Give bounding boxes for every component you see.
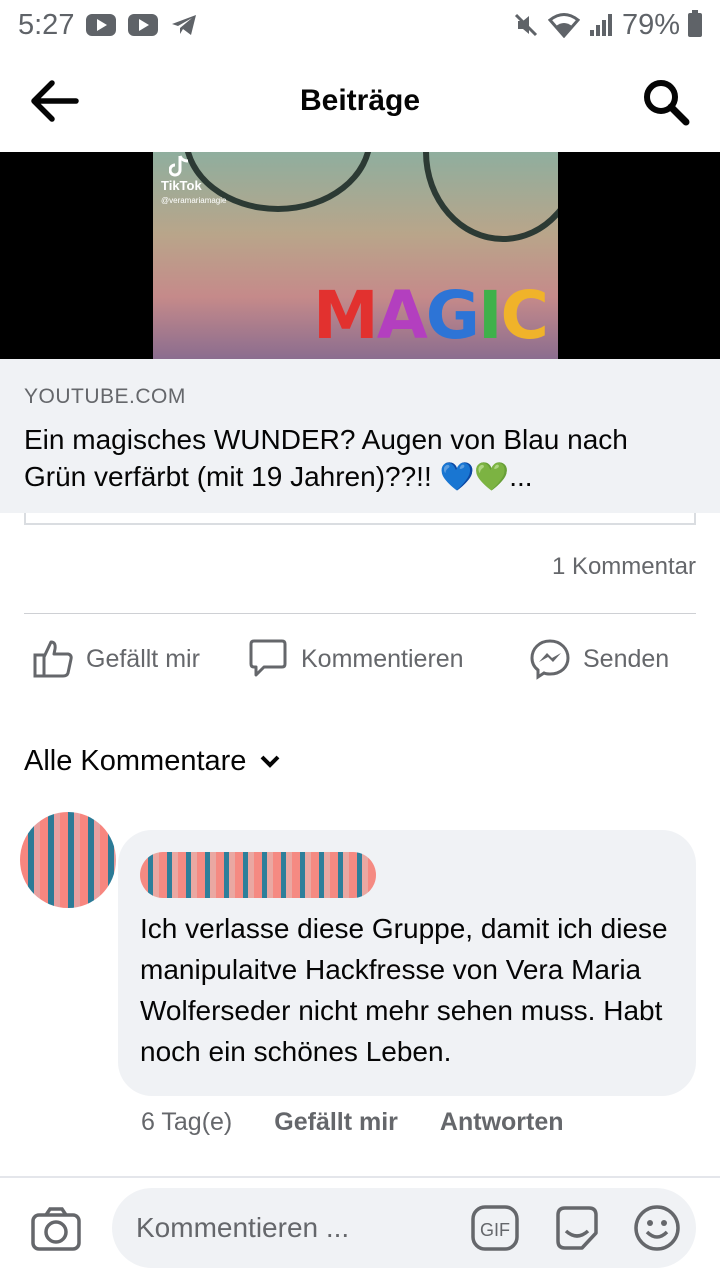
link-preview-border	[24, 513, 696, 525]
commenter-name-redacted[interactable]	[140, 852, 376, 898]
mute-icon	[514, 13, 538, 37]
glasses-lens-right	[423, 152, 558, 242]
comment-text: Ich verlasse diese Gruppe, damit ich die…	[140, 913, 668, 1067]
comment-meta-row: 6 Tag(e) Gefällt mir Antworten	[141, 1108, 564, 1137]
comment-timestamp: 6 Tag(e)	[141, 1108, 233, 1136]
youtube-notification-icon	[86, 14, 117, 36]
like-button[interactable]: Gefällt mir	[32, 636, 200, 682]
like-label: Gefällt mir	[86, 644, 200, 673]
comment-reply-button[interactable]: Antworten	[440, 1108, 564, 1137]
link-preview[interactable]: YOUTUBE.COM Ein magisches WUNDER? Augen …	[0, 359, 720, 513]
comment-bubble: Ich verlasse diese Gruppe, damit ich die…	[118, 830, 696, 1096]
comment-label: Kommentieren	[301, 644, 464, 673]
thumbnail-image: TikTok @veramariamagie MAGIC	[153, 152, 558, 359]
chevron-down-icon	[261, 755, 280, 768]
gif-label: GIF	[480, 1220, 510, 1240]
composer-divider	[0, 1176, 720, 1178]
divider	[24, 613, 696, 614]
comment-count[interactable]: 1 Kommentar	[552, 553, 696, 581]
comment-like-button[interactable]: Gefällt mir	[274, 1108, 398, 1137]
signal-icon	[589, 14, 612, 36]
commenter-avatar[interactable]	[20, 812, 116, 908]
search-icon[interactable]	[642, 78, 690, 126]
messenger-icon	[530, 639, 570, 680]
thumbs-up-icon	[33, 640, 73, 678]
telegram-notification-icon	[172, 15, 197, 35]
magic-overlay-text: MAGIC	[313, 277, 549, 354]
back-arrow-icon[interactable]	[30, 78, 80, 124]
comment-input-placeholder: Kommentieren ...	[136, 1212, 350, 1243]
send-button[interactable]: Senden	[529, 636, 669, 682]
video-thumbnail[interactable]: TikTok @veramariamagie MAGIC	[0, 152, 720, 359]
status-bar: 5:27 79%	[0, 0, 720, 50]
youtube-notification-icon	[128, 14, 159, 36]
tiktok-watermark: TikTok	[161, 178, 202, 193]
comment-button[interactable]: Kommentieren	[247, 636, 464, 682]
comment-filter-dropdown[interactable]: Alle Kommentare	[24, 745, 280, 778]
comment-input[interactable]: Kommentieren ...	[112, 1188, 696, 1268]
send-label: Senden	[583, 644, 670, 673]
gif-icon[interactable]: GIF	[470, 1203, 520, 1253]
comment-bubble-icon	[249, 639, 287, 677]
link-title: Ein magisches WUNDER? Augen von Blau nac…	[24, 424, 628, 492]
status-time: 5:27	[18, 8, 75, 41]
battery-icon	[688, 10, 702, 37]
battery-percent: 79%	[621, 8, 680, 41]
page-title: Beiträge	[299, 84, 421, 117]
emoji-icon[interactable]	[632, 1203, 682, 1253]
sticker-icon[interactable]	[552, 1203, 602, 1253]
comment-filter-label: Alle Kommentare	[24, 745, 247, 777]
top-app-bar: Beiträge	[0, 50, 720, 152]
camera-icon[interactable]	[30, 1206, 82, 1252]
tiktok-handle: @veramariamagie	[161, 196, 227, 205]
wifi-icon	[547, 13, 580, 38]
tiktok-icon	[169, 155, 189, 177]
link-domain: YOUTUBE.COM	[24, 385, 186, 408]
